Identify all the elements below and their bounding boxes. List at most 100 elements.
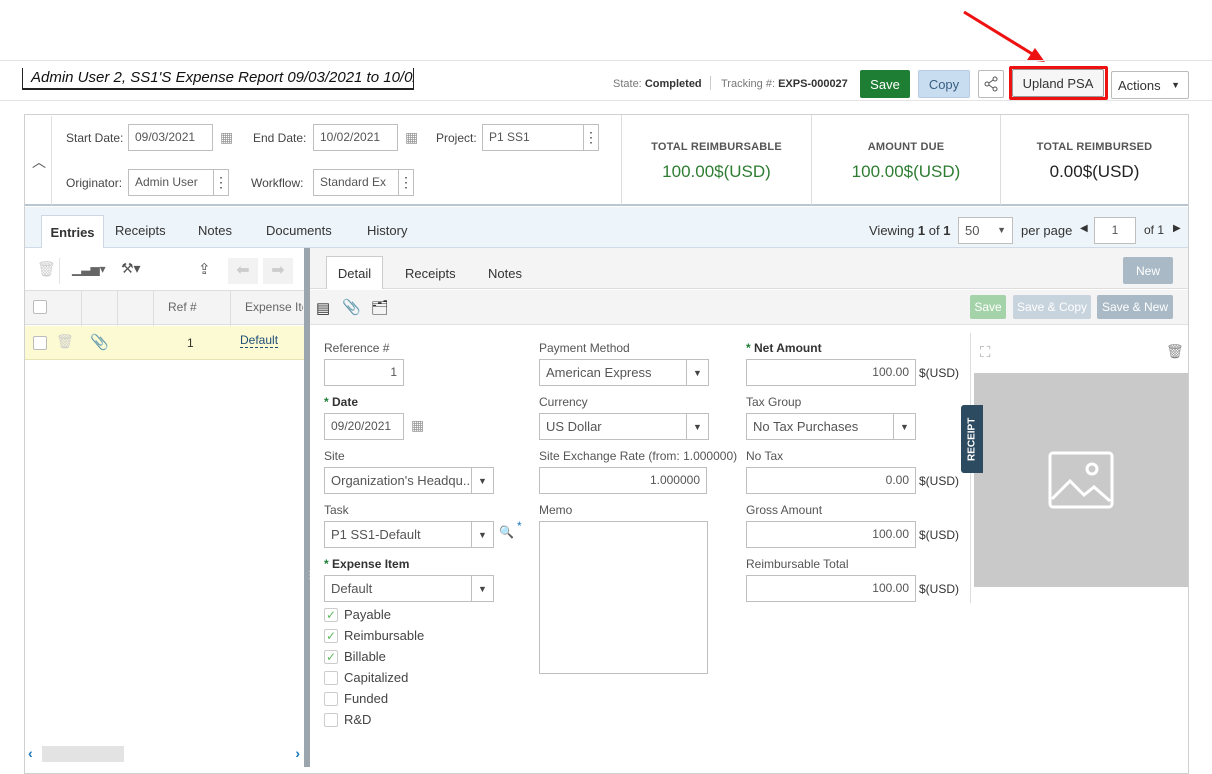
receipt-image-placeholder[interactable] [974, 373, 1188, 587]
reimbursable-total-input[interactable]: 100.00 [746, 575, 916, 602]
chevron-down-icon[interactable]: ▼ [686, 360, 708, 385]
header-bottom-divider [0, 100, 1212, 101]
calendar-icon[interactable]: ▦ [411, 417, 424, 434]
new-button[interactable]: New [1123, 257, 1173, 284]
tax-group-select[interactable]: No Tax Purchases ▼ [746, 413, 916, 440]
project-menu-icon[interactable]: ⋮ [583, 125, 598, 150]
paperclip-icon[interactable]: 📎 [90, 333, 109, 351]
save-button[interactable]: Save [860, 70, 910, 98]
col-header-ref[interactable]: Ref # [168, 300, 197, 314]
tab-entries[interactable]: Entries [41, 215, 104, 249]
chevron-down-icon[interactable]: ▼ [686, 414, 708, 439]
site-select[interactable]: Organization's Headqu... ▼ [324, 467, 494, 494]
amount-due: AMOUNT DUE 100.00$(USD) [811, 115, 1000, 205]
reimbursable-checkbox[interactable]: ✓ [324, 629, 338, 643]
gross-amount-input[interactable]: 100.00 [746, 521, 916, 548]
tab-receipts[interactable]: Receipts [115, 223, 166, 238]
share-button[interactable] [978, 70, 1004, 98]
chevron-down-icon[interactable]: ▼ [471, 468, 493, 493]
payment-method-select[interactable]: American Express ▼ [539, 359, 709, 386]
calendar-icon[interactable]: ▦ [405, 129, 418, 146]
workflow-menu-icon[interactable]: ⋮ [398, 170, 413, 195]
start-date-input[interactable]: 09/03/2021 [128, 124, 213, 151]
per-page-select[interactable]: 50 ▼ [958, 217, 1013, 244]
chevron-down-icon[interactable]: ▼ [471, 576, 493, 601]
calendar-icon[interactable]: ▦ [220, 129, 233, 146]
rnd-checkbox[interactable] [324, 713, 338, 727]
currency-select[interactable]: US Dollar ▼ [539, 413, 709, 440]
tab-documents[interactable]: Documents [266, 223, 332, 238]
row-expense-item-link[interactable]: Default [240, 333, 279, 348]
originator-value: Admin User [135, 175, 198, 189]
capitalized-checkbox[interactable] [324, 671, 338, 685]
save-new-button[interactable]: Save & New [1097, 295, 1173, 319]
detail-save-button[interactable]: Save [970, 295, 1006, 319]
subtab-notes[interactable]: Notes [488, 266, 522, 281]
funded-checkbox[interactable] [324, 692, 338, 706]
originator-menu-icon[interactable]: ⋮ [213, 170, 228, 195]
scroll-thumb[interactable] [42, 746, 124, 762]
task-select[interactable]: P1 SS1-Default ▼ [324, 521, 494, 548]
net-amount-input[interactable]: 100.00 [746, 359, 916, 386]
reference-input[interactable]: 1 [324, 359, 404, 386]
chart-icon[interactable]: ▁▃▅▾ [72, 262, 106, 276]
chevron-down-icon[interactable]: ▼ [471, 522, 493, 547]
payment-method-label: Payment Method [539, 341, 630, 355]
total-reimbursed-value: 0.00$(USD) [1049, 162, 1140, 181]
horizontal-scrollbar[interactable]: ‹ › [26, 745, 304, 763]
memo-textarea[interactable] [539, 521, 708, 674]
row-checkbox[interactable] [33, 336, 47, 350]
state-indicator: State: Completed [613, 78, 702, 90]
task-search-icon[interactable]: 🔍 [499, 525, 514, 539]
tracking-number: Tracking #: EXPS-000027 [721, 78, 848, 90]
select-all-checkbox[interactable] [33, 300, 47, 314]
paperclip-icon[interactable]: 📎 [342, 298, 361, 316]
date-input[interactable]: 09/20/2021 [324, 413, 404, 440]
notepad-icon[interactable]: ▤ [316, 299, 330, 317]
originator-input[interactable]: Admin User ⋮ [128, 169, 229, 196]
total-reimbursed: TOTAL REIMBURSED 0.00$(USD) [1000, 115, 1188, 205]
chevron-down-icon[interactable]: ▼ [893, 414, 915, 439]
funded-label: Funded [344, 691, 389, 706]
no-tax-input[interactable]: 0.00 [746, 467, 916, 494]
tools-icon[interactable]: ⚒▾ [121, 260, 141, 277]
tab-notes[interactable]: Notes [198, 223, 232, 238]
subtab-receipts[interactable]: Receipts [405, 266, 456, 281]
collapse-chevron-icon[interactable]: ︿ [32, 152, 46, 172]
subtab-detail[interactable]: Detail [326, 256, 383, 289]
next-page-icon[interactable]: ▶ [1173, 223, 1181, 234]
page-input[interactable]: 1 [1094, 217, 1136, 244]
col-header-expense-item[interactable]: Expense Ite [245, 300, 303, 314]
save-copy-button[interactable]: Save & Copy [1013, 295, 1091, 319]
payable-checkbox[interactable]: ✓ [324, 608, 338, 622]
trash-icon[interactable]: 🗑 [1166, 343, 1184, 360]
workflow-input[interactable]: Standard Ex ⋮ [313, 169, 414, 196]
site-exchange-input[interactable]: 1.000000 [539, 467, 707, 494]
end-date-input[interactable]: 10/02/2021 [313, 124, 398, 151]
rnd-label: R&D [344, 712, 372, 727]
expense-folder-icon[interactable]: 🗂 [371, 299, 389, 316]
expense-item-label: * Expense Item [324, 557, 410, 571]
copy-button[interactable]: Copy [918, 70, 970, 98]
billable-checkbox[interactable]: ✓ [324, 650, 338, 664]
trash-icon[interactable]: 🗑 [37, 260, 56, 278]
actions-dropdown[interactable]: Actions ▼ [1111, 71, 1189, 99]
project-input[interactable]: P1 SS1 ⋮ [482, 124, 599, 151]
originator-label: Originator: [66, 176, 123, 190]
trash-icon[interactable]: 🗑 [56, 333, 74, 350]
arrow-right-icon[interactable]: ➡ [263, 258, 293, 284]
row-ref: 1 [187, 336, 194, 350]
currency-label: Currency [539, 395, 588, 409]
total-reimbursable: TOTAL REIMBURSABLE 100.00$(USD) [621, 115, 811, 205]
export-icon[interactable]: ⇪ [198, 260, 211, 278]
expense-item-select[interactable]: Default ▼ [324, 575, 494, 602]
report-title[interactable]: Admin User 2, SS1'S Expense Report 09/03… [22, 68, 414, 90]
prev-page-icon[interactable]: ◀ [1080, 223, 1088, 234]
tab-history[interactable]: History [367, 223, 407, 238]
viewing-info: Viewing 1 of 1 [869, 223, 951, 238]
scroll-left-icon[interactable]: ‹ [28, 745, 33, 761]
receipt-side-tab[interactable]: RECEIPT [961, 405, 983, 473]
arrow-left-icon[interactable]: ⬅ [228, 258, 258, 284]
scroll-right-icon[interactable]: › [295, 745, 300, 761]
crop-icon[interactable]: ⛶ [980, 344, 991, 361]
